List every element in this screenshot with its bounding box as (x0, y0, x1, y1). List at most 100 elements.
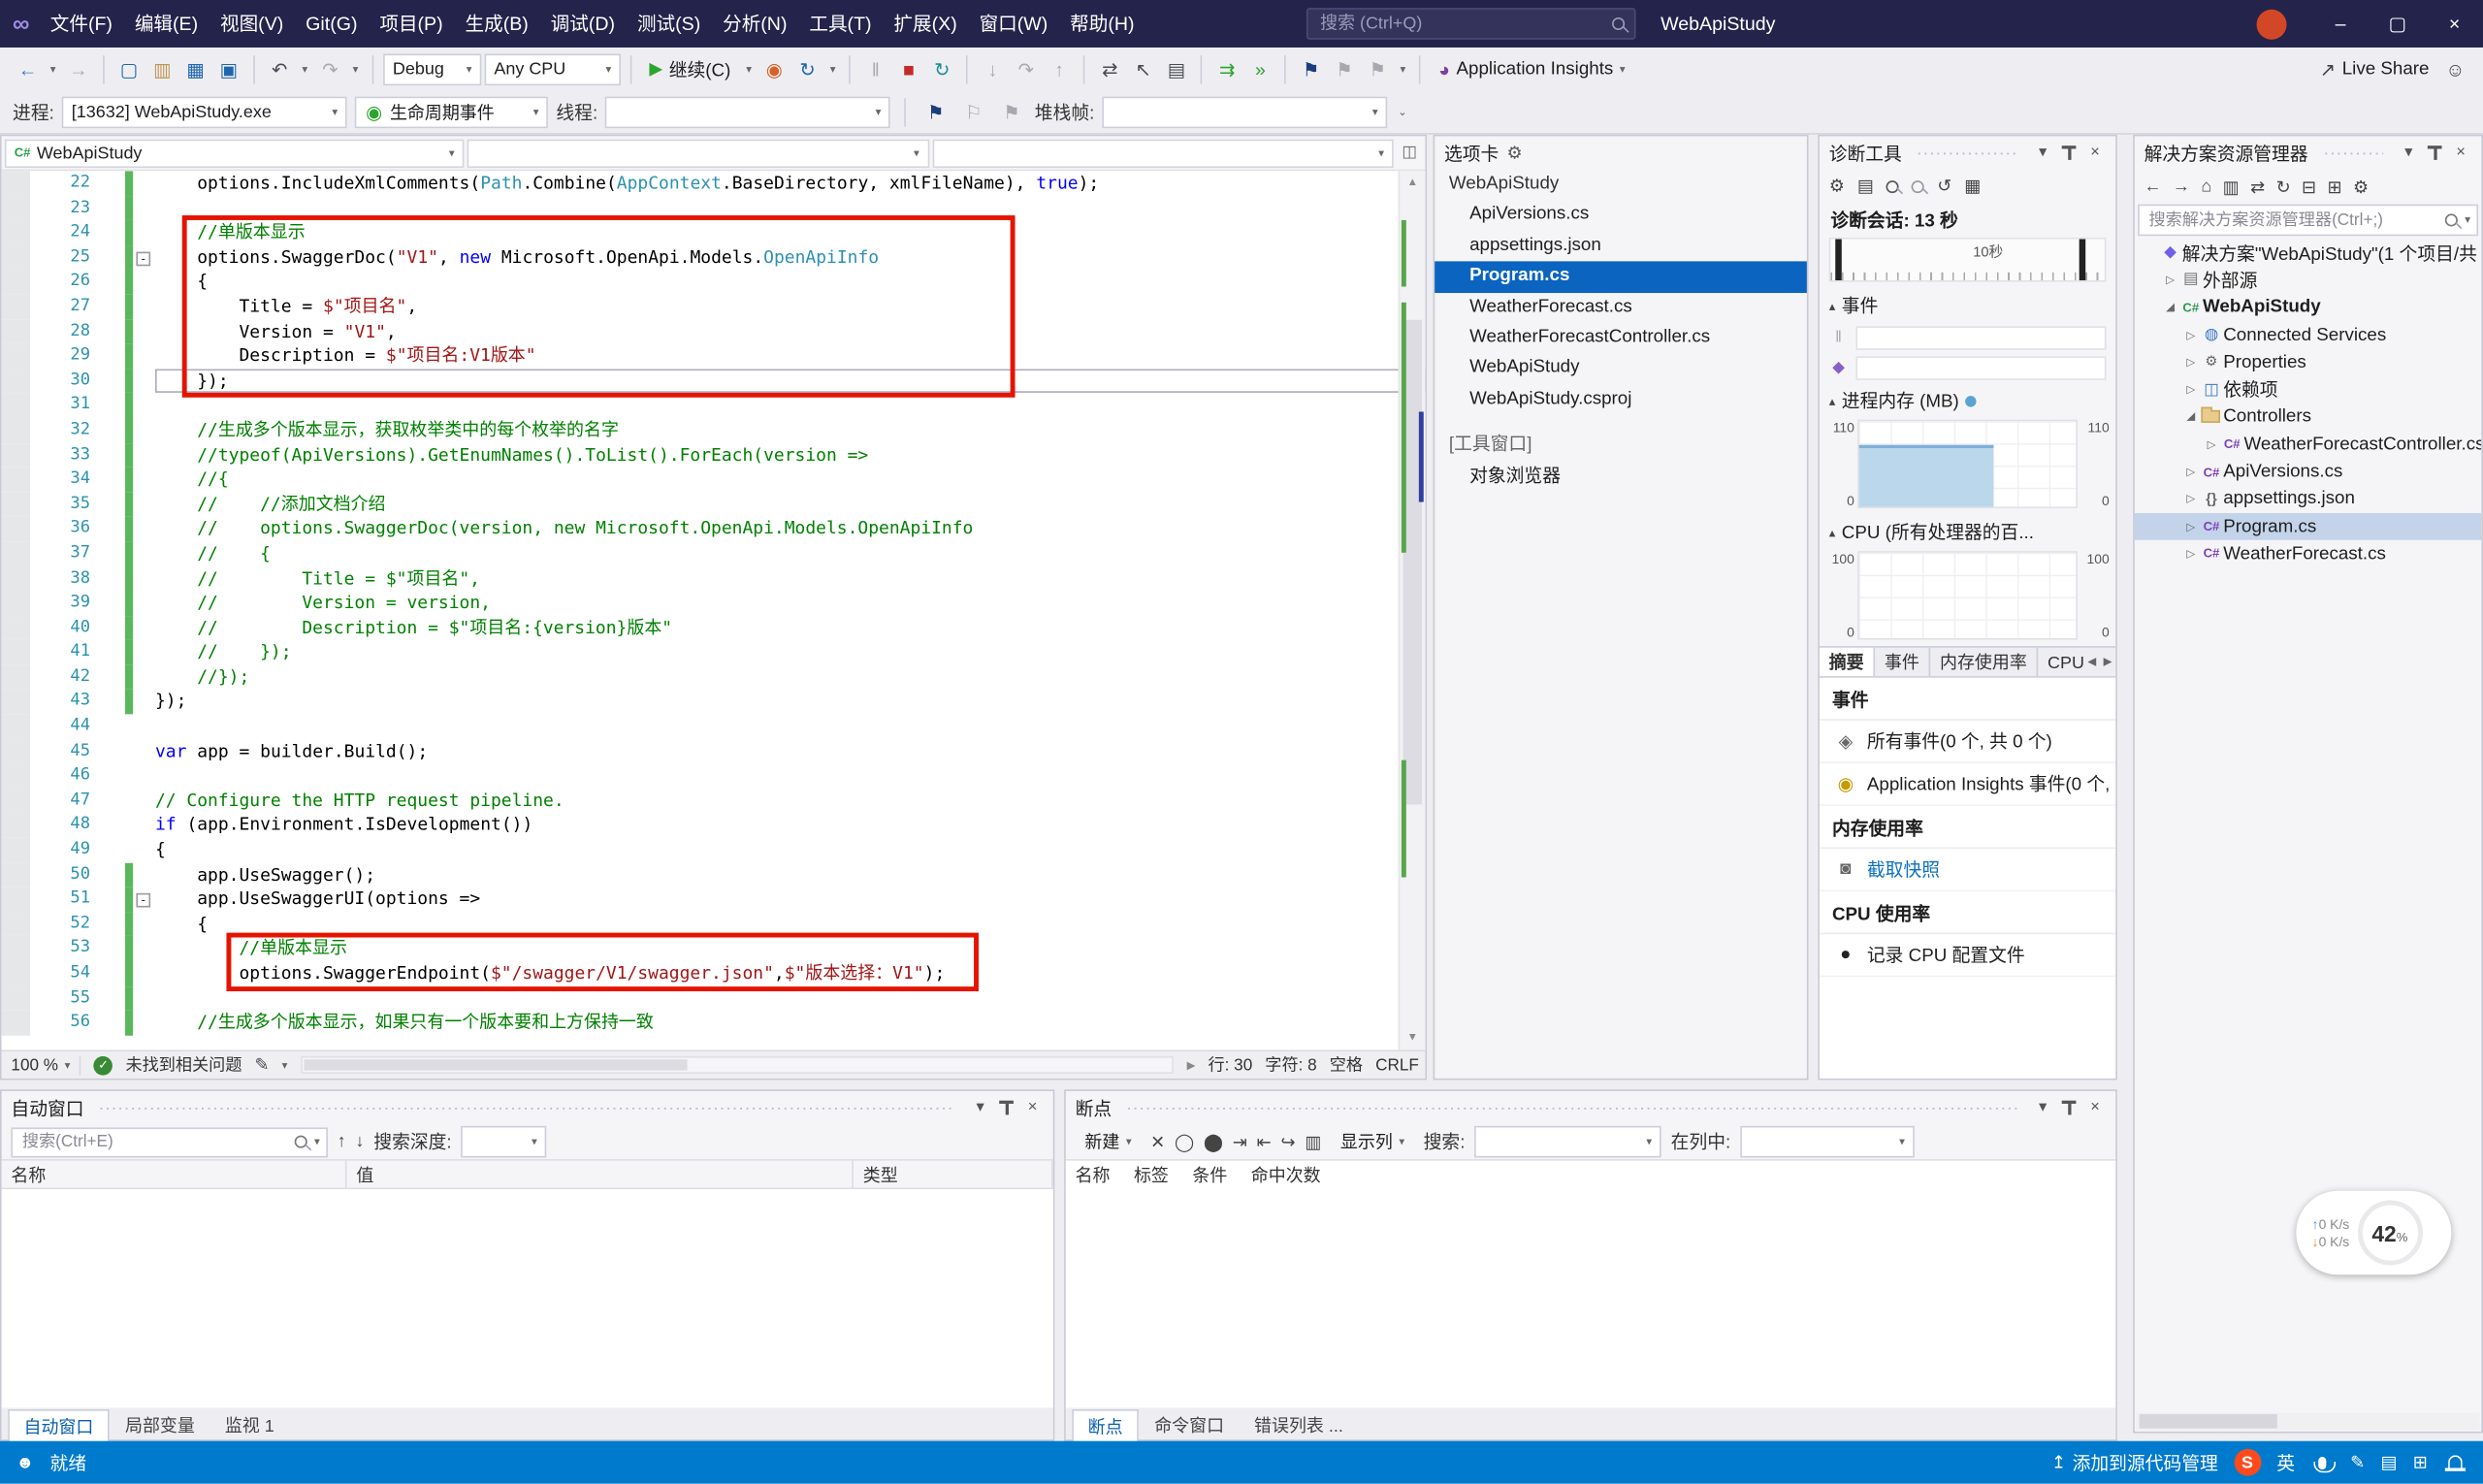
code-line[interactable]: 56 //生成多个版本显示，如果只有一个版本要和上方保持一致 (1, 1010, 1426, 1036)
project-dropdown[interactable]: C# WebApiStudy ▾ (4, 138, 465, 168)
create-report-icon[interactable]: ▤ (1857, 176, 1874, 197)
panel-tab[interactable]: 监视 1 (210, 1409, 288, 1441)
show-columns-dropdown[interactable]: 显示列 ▾ (1331, 1127, 1414, 1157)
tree-item[interactable]: ▷ ◍ Connected Services (2135, 321, 2482, 348)
breakpoint-margin[interactable] (1, 936, 31, 962)
send-feedback-icon[interactable]: ☺ (2440, 54, 2470, 84)
menubar-item[interactable]: 工具(T) (798, 0, 883, 48)
dropdown-caret-icon[interactable]: ▾ (298, 62, 312, 75)
code-line[interactable]: 34 //{ (1, 467, 1426, 493)
pin-icon[interactable] (999, 1100, 1014, 1115)
events-track[interactable] (1855, 326, 2107, 350)
code-line[interactable]: 39 // Version = version, (1, 591, 1426, 616)
menubar-item[interactable]: 文件(F) (39, 0, 123, 48)
menubar-item[interactable]: 调试(D) (539, 0, 626, 48)
code-line[interactable]: 47 // Configure the HTTP request pipeline… (1, 788, 1426, 814)
dropdown-caret-icon[interactable]: ▾ (825, 62, 840, 75)
navigate-backward-button[interactable]: ← (13, 54, 43, 84)
window-menu-chevron-icon[interactable]: ▾ (2032, 145, 2054, 162)
windows-layout-icon[interactable]: ▤ (1161, 54, 1191, 84)
diagnostics-tab[interactable]: CPU 使用率 (2038, 648, 2084, 676)
breakpoint-margin[interactable] (1, 763, 31, 789)
code-line[interactable]: 46 (1, 763, 1426, 789)
maximize-button[interactable]: ▢ (2369, 0, 2426, 48)
events-track[interactable] (1855, 356, 2107, 380)
close-icon[interactable]: × (2450, 145, 2472, 162)
breakpoint-margin[interactable] (1, 393, 31, 418)
restart-debugging-button[interactable]: ↻ (927, 54, 957, 84)
application-insights-dropdown[interactable]: ◕ Application Insights ▾ (1431, 58, 1633, 81)
dropdown-caret-icon[interactable]: ▾ (46, 62, 60, 75)
dropdown-caret-icon[interactable]: ▾ (742, 62, 757, 75)
panel-tab[interactable]: 命令窗口 (1141, 1409, 1239, 1441)
breakpoint-margin[interactable] (1, 615, 31, 641)
reset-view-icon[interactable]: ↺ (1937, 176, 1951, 197)
tab-scroll-left-icon[interactable]: ◀ (2084, 648, 2100, 676)
expand-arrow-icon[interactable]: ◢ (2182, 411, 2200, 423)
code-line[interactable]: 48 if (app.Environment.IsDevelopment()) (1, 813, 1426, 838)
expand-arrow-icon[interactable]: ◢ (2162, 302, 2179, 313)
tree-item[interactable]: ▷ ◫ 依赖项 (2135, 376, 2482, 403)
panel-tab[interactable]: 局部变量 (111, 1409, 209, 1441)
split-window-icon[interactable]: ◫ (1397, 145, 1422, 162)
collapse-region-icon[interactable]: - (136, 251, 151, 266)
menubar-item[interactable]: 窗口(W) (968, 0, 1059, 48)
handwriting-icon[interactable]: ✎ (2350, 1452, 2365, 1473)
code-line[interactable]: 37 // { (1, 541, 1426, 566)
breakpoint-margin[interactable] (1, 738, 31, 764)
breakpoint-margin[interactable] (1, 417, 31, 443)
forward-icon[interactable]: → (2173, 177, 2190, 197)
type-dropdown[interactable]: ▾ (467, 138, 929, 168)
code-line[interactable]: 25 - options.SwaggerDoc("V1", new Microso… (1, 244, 1426, 271)
breakpoint-margin[interactable] (1, 689, 31, 715)
ime-language-indicator[interactable]: 英 (2276, 1450, 2295, 1475)
menubar-item[interactable]: 项目(P) (369, 0, 454, 48)
scroll-right-arrow[interactable]: ▶ (1187, 1058, 1196, 1071)
cpu-chart[interactable]: 100 0 100 0 (1825, 551, 2110, 640)
line-ending-indicator[interactable]: CRLF (1375, 1055, 1419, 1075)
document-tab[interactable]: ApiVersions.cs (1435, 200, 1807, 231)
code-line[interactable]: 35 // //添加文档介绍 (1, 492, 1426, 517)
breakpoint-margin[interactable] (1, 244, 31, 271)
dropdown-caret-icon[interactable]: ▾ (348, 62, 363, 75)
run-to-cursor-button[interactable]: ⇉ (1212, 54, 1242, 84)
delete-breakpoint-icon[interactable]: ✕ (1150, 1132, 1165, 1152)
breakpoint-margin[interactable] (1, 492, 31, 517)
drag-handle[interactable] (1125, 1103, 2017, 1113)
code-line[interactable]: 53 //单版本显示 (1, 936, 1426, 962)
expand-arrow-icon[interactable]: ▷ (2182, 329, 2200, 340)
live-share-button[interactable]: ↗ Live Share (2312, 58, 2437, 81)
next-bookmark-button[interactable]: ⚑ (1363, 54, 1393, 84)
breakpoint-margin[interactable] (1, 591, 31, 616)
autos-search-input[interactable] (18, 1130, 289, 1153)
code-line[interactable]: 50 app.UseSwagger(); (1, 862, 1426, 887)
code-line[interactable]: 29 Description = $"项目名:V1版本" (1, 343, 1426, 369)
pin-icon[interactable] (2427, 145, 2442, 160)
document-tab[interactable]: WebApiStudy (1435, 354, 1807, 385)
ime-toolbox-icon[interactable]: ⊞ (2413, 1452, 2428, 1473)
in-column-combo[interactable]: ▾ (1740, 1125, 1915, 1158)
diagnostics-tab[interactable]: 事件 (1875, 647, 1931, 677)
sogou-ime-icon[interactable]: S (2234, 1448, 2261, 1476)
expand-arrow-icon[interactable]: ▷ (2162, 274, 2179, 286)
breakpoint-margin[interactable] (1, 837, 31, 863)
document-tab[interactable]: WebApiStudy.csproj (1435, 384, 1807, 415)
code-line[interactable]: 32 //生成多个版本显示，获取枚举类中的每个枚举的名字 (1, 417, 1426, 443)
step-out-button[interactable]: ↑ (1045, 54, 1075, 84)
collapse-region-icon[interactable]: - (136, 893, 151, 908)
disable-all-breakpoints-icon[interactable]: ◯ (1175, 1132, 1194, 1152)
document-tab[interactable]: Program.cs (1435, 261, 1807, 293)
stack-frame-combo[interactable]: ▾ (1102, 95, 1388, 128)
show-next-statement-button[interactable]: » (1245, 54, 1275, 84)
panel-tab[interactable]: 断点 (1072, 1409, 1139, 1443)
app-insights-events-row[interactable]: ◉ Application Insights 事件(0 个, ... (1819, 763, 2116, 807)
member-dropdown[interactable]: ▾ (931, 138, 1394, 168)
column-header[interactable]: 标签 (1124, 1162, 1182, 1187)
keyboard-icon[interactable]: ▤ (2380, 1452, 2397, 1473)
sync-with-active-document-icon[interactable]: ⇄ (2250, 177, 2265, 198)
hot-reload-icon[interactable]: ◉ (759, 54, 790, 84)
lifecycle-events-dropdown[interactable]: ◉ 生命周期事件 ▾ (355, 95, 549, 128)
open-file-button[interactable]: ▥ (147, 54, 177, 84)
drag-handle[interactable] (98, 1103, 955, 1113)
document-tab[interactable]: WeatherForecastController.cs (1435, 323, 1807, 354)
